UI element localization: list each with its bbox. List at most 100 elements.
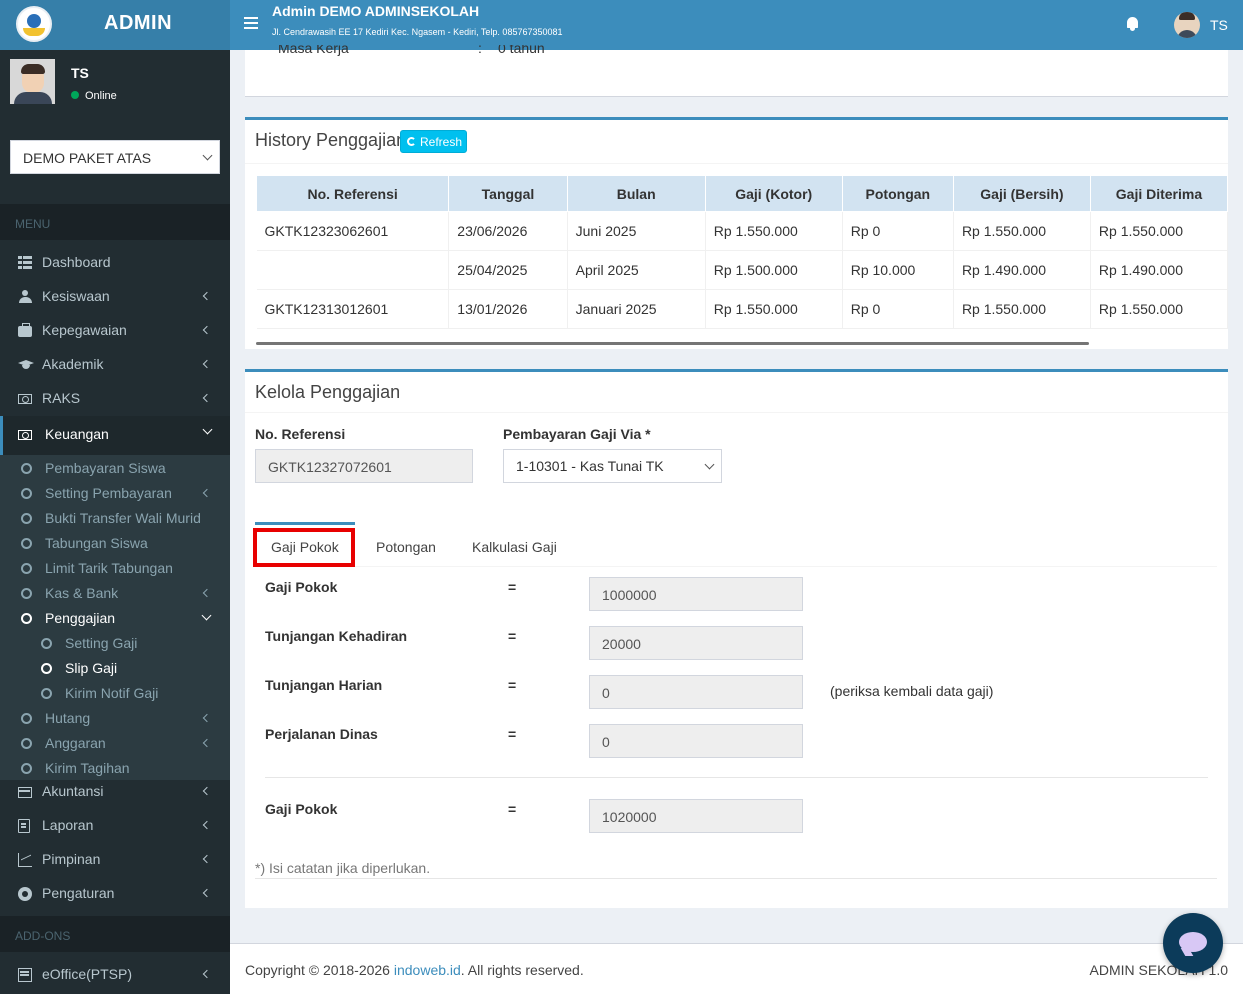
user-status: Online <box>71 90 117 102</box>
indoweb-link[interactable]: indoweb.id <box>394 962 461 978</box>
col-gaji-kotor: Gaji (Kotor) <box>704 175 843 212</box>
chevron-left-icon <box>202 488 212 498</box>
history-header-divider <box>245 163 1228 164</box>
school-select[interactable]: DEMO PAKET ATAS <box>10 140 220 174</box>
gear-icon <box>18 887 32 901</box>
menu-toggle-icon[interactable] <box>244 17 258 31</box>
equals-sign: = <box>508 579 517 595</box>
sidebar-item-raks[interactable]: RAKS <box>0 382 230 416</box>
table-row[interactable]: GKTK12313012601 13/01/2026 Januari 2025 … <box>256 289 1228 329</box>
total-gaji-pokok-label: Gaji Pokok <box>265 801 338 817</box>
sidebar-item-pengaturan[interactable]: Pengaturan <box>0 877 230 911</box>
sidebar-item-laporan[interactable]: Laporan <box>0 809 230 843</box>
tunjangan-kehadiran-input[interactable]: 20000 <box>589 626 803 660</box>
tunjangan-harian-label: Tunjangan Harian <box>265 677 383 693</box>
keuangan-submenu: Pembayaran Siswa Setting Pembayaran Bukt… <box>0 455 230 780</box>
submenu-setting-gaji[interactable]: Setting Gaji <box>0 632 230 657</box>
circle-icon <box>21 538 32 549</box>
chevron-left-icon <box>202 393 212 403</box>
submenu-tabungan-siswa[interactable]: Tabungan Siswa <box>0 532 230 557</box>
submenu-setting-pembayaran[interactable]: Setting Pembayaran <box>0 482 230 507</box>
submenu-anggaran[interactable]: Anggaran <box>0 732 230 757</box>
chevron-left-icon <box>202 359 212 369</box>
chevron-left-icon <box>202 854 212 864</box>
equals-sign: = <box>508 801 517 817</box>
sidebar-user-name: TS <box>71 65 89 81</box>
report-icon <box>18 819 30 833</box>
pegawai-info-box <box>245 50 1228 97</box>
chevron-left-icon <box>202 738 212 748</box>
table-header-row: No. Referensi Tanggal Bulan Gaji (Kotor)… <box>256 175 1228 212</box>
tunjangan-kehadiran-label: Tunjangan Kehadiran <box>265 628 408 644</box>
table-row[interactable]: 25/04/2025 April 2025 Rp 1.500.000 Rp 10… <box>256 250 1228 290</box>
no-referensi-label: No. Referensi <box>255 426 346 442</box>
submenu-bukti-transfer[interactable]: Bukti Transfer Wali Murid <box>0 507 230 532</box>
sidebar-item-keuangan[interactable]: Keuangan <box>0 416 230 455</box>
tab-active-indicator <box>255 522 355 525</box>
equals-sign: = <box>508 677 517 693</box>
history-title: History Penggajian <box>255 130 407 150</box>
col-bulan: Bulan <box>566 175 706 212</box>
perjalanan-dinas-input[interactable]: 0 <box>589 724 803 758</box>
sidebar-item-eoffice[interactable]: eOffice(PTSP) <box>0 958 230 992</box>
circle-icon <box>21 513 32 524</box>
submenu-kirim-notif-gaji[interactable]: Kirim Notif Gaji <box>0 682 230 707</box>
school-emblem-icon <box>16 6 52 42</box>
money-icon <box>18 394 32 404</box>
sidebar-item-pimpinan[interactable]: Pimpinan <box>0 843 230 877</box>
top-navbar: Admin DEMO ADMINSEKOLAH Jl. Cendrawasih … <box>230 0 1243 50</box>
total-gaji-pokok-input[interactable]: 1020000 <box>589 799 803 833</box>
chevron-down-icon <box>202 150 213 161</box>
sidebar-item-kepegawaian[interactable]: Kepegawaian <box>0 314 230 348</box>
chevron-left-icon <box>202 325 212 335</box>
sidebar-item-dashboard[interactable]: Dashboard <box>0 246 230 280</box>
kelola-header-divider <box>245 412 1228 413</box>
circle-icon <box>21 713 32 724</box>
circle-icon <box>21 738 32 749</box>
chevron-left-icon <box>202 713 212 723</box>
submenu-hutang[interactable]: Hutang <box>0 707 230 732</box>
tab-potongan[interactable]: Potongan <box>376 539 436 555</box>
submenu-slip-gaji[interactable]: Slip Gaji <box>0 657 230 682</box>
circle-icon <box>21 563 32 574</box>
sidebar-item-akademik[interactable]: Akademik <box>0 348 230 382</box>
refresh-button[interactable]: Refresh <box>400 130 467 153</box>
kelola-title: Kelola Penggajian <box>255 382 401 402</box>
total-divider <box>265 777 1208 778</box>
bell-icon[interactable] <box>1126 17 1139 31</box>
highlight-box <box>253 528 355 567</box>
submenu-limit-tarik[interactable]: Limit Tarik Tabungan <box>0 557 230 582</box>
table-row[interactable]: GKTK12323062601 23/06/2026 Juni 2025 Rp … <box>256 211 1228 251</box>
logo-title: ADMIN <box>104 12 173 34</box>
user-avatar[interactable] <box>1174 12 1200 38</box>
logo[interactable]: ADMIN <box>0 0 230 50</box>
copyright: Copyright © 2018-2026 indoweb.id. All ri… <box>245 962 584 978</box>
online-dot-icon <box>71 91 79 99</box>
pembayaran-via-select[interactable]: 1-10301 - Kas Tunai TK <box>503 449 722 483</box>
history-table-wrapper[interactable]: No. Referensi Tanggal Bulan Gaji (Kotor)… <box>256 175 1228 340</box>
col-tanggal: Tanggal <box>448 175 568 212</box>
refresh-icon <box>407 137 416 146</box>
periksa-note: (periksa kembali data gaji) <box>830 683 994 699</box>
catatan-note: *) Isi catatan jika diperlukan. <box>255 860 431 876</box>
user-menu[interactable]: TS <box>1210 17 1228 33</box>
table-horizontal-scrollbar[interactable] <box>256 342 1089 345</box>
sidebar-item-kesiswaan[interactable]: Kesiswaan <box>0 280 230 314</box>
footer: Copyright © 2018-2026 indoweb.id. All ri… <box>230 943 1243 994</box>
tabs-divider <box>255 566 1217 567</box>
submenu-pembayaran-siswa[interactable]: Pembayaran Siswa <box>0 457 230 482</box>
chat-bubble-icon[interactable] <box>1163 913 1223 973</box>
briefcase-icon <box>18 323 32 337</box>
no-referensi-input[interactable]: GKTK12327072601 <box>255 449 473 483</box>
equals-sign: = <box>508 726 517 742</box>
tab-kalkulasi-gaji[interactable]: Kalkulasi Gaji <box>472 539 557 555</box>
tunjangan-harian-input[interactable]: 0 <box>589 675 803 709</box>
gaji-pokok-input[interactable]: 1000000 <box>589 577 803 611</box>
submenu-penggajian[interactable]: Penggajian <box>0 607 230 632</box>
circle-icon <box>21 613 32 624</box>
chevron-left-icon <box>202 820 212 830</box>
perjalanan-dinas-label: Perjalanan Dinas <box>265 726 378 742</box>
submenu-kas-bank[interactable]: Kas & Bank <box>0 582 230 607</box>
sidebar-item-akuntansi[interactable]: Akuntansi <box>0 775 230 809</box>
catatan-line <box>255 878 1217 879</box>
